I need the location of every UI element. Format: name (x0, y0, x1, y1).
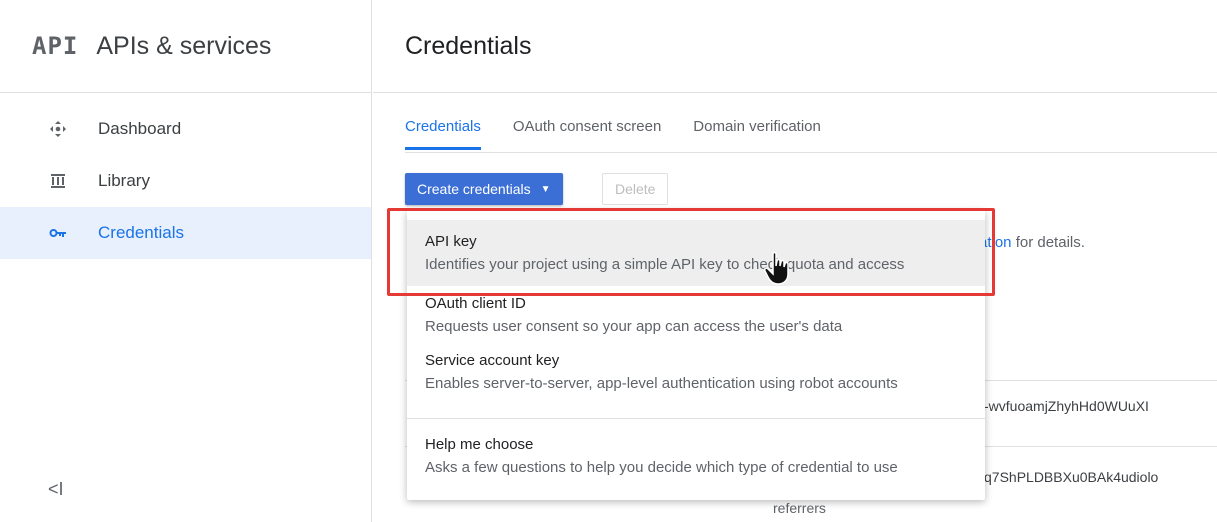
menu-item-description: Enables server-to-server, app-level auth… (425, 375, 898, 392)
referrers-label: referrers (773, 500, 826, 516)
menu-item-description: Requests user consent so your app can ac… (425, 318, 843, 335)
menu-divider (407, 418, 985, 419)
dashboard-icon (48, 120, 68, 138)
menu-item-oauth-client-id[interactable]: OAuth client ID Requests user consent so… (407, 294, 985, 354)
menu-item-help-me-choose[interactable]: Help me choose Asks a few questions to h… (407, 435, 985, 495)
menu-item-description: Asks a few questions to help you decide … (425, 459, 898, 476)
sidebar-item-label: Credentials (98, 223, 184, 242)
sidebar-item-label: Dashboard (98, 119, 182, 138)
menu-item-title: Help me choose (425, 436, 534, 453)
collapse-sidebar-icon[interactable]: <I (48, 479, 64, 500)
highlight-box (387, 208, 995, 296)
tab-oauth-consent-screen[interactable]: OAuth consent screen (513, 118, 661, 150)
menu-item-service-account-key[interactable]: Service account key Enables server-to-se… (407, 351, 985, 411)
sidebar-item-label: Library (98, 171, 150, 190)
tab-divider (405, 152, 1217, 153)
sidebar-header: API APIs & services (0, 0, 371, 93)
delete-button[interactable]: Delete (602, 173, 669, 205)
page-title: Credentials (405, 31, 532, 60)
sidebar-item-library[interactable]: Library (0, 155, 371, 207)
hand-cursor-icon (763, 250, 793, 286)
caret-down-icon: ▼ (540, 183, 551, 195)
sidebar-title: APIs & services (96, 31, 272, 60)
menu-item-title: Service account key (425, 352, 560, 369)
api-key-value-1: ewl-wvfuoamjZhyhHd0WUuXI (963, 398, 1149, 414)
create-credentials-label: Create credentials (417, 181, 531, 197)
api-logo: API (32, 32, 79, 60)
key-icon (48, 227, 68, 239)
menu-item-title: OAuth client ID (425, 295, 526, 312)
sidebar-item-credentials[interactable]: Credentials (0, 207, 371, 259)
api-key-value-2: nWq7ShPLDBBXu0BAk4udiolo (963, 469, 1159, 485)
tab-credentials[interactable]: Credentials (405, 118, 481, 150)
details-suffix: for details. (1011, 234, 1085, 251)
sidebar: API APIs & services Dashboard Library Cr… (0, 0, 372, 522)
sidebar-nav: Dashboard Library Credentials (0, 93, 371, 259)
create-credentials-button[interactable]: Create credentials ▼ (405, 173, 563, 205)
library-icon (48, 173, 68, 189)
tabs: Credentials OAuth consent screen Domain … (405, 118, 853, 150)
tab-domain-verification[interactable]: Domain verification (693, 118, 821, 150)
main-header: Credentials (373, 0, 1217, 93)
sidebar-item-dashboard[interactable]: Dashboard (0, 103, 371, 155)
